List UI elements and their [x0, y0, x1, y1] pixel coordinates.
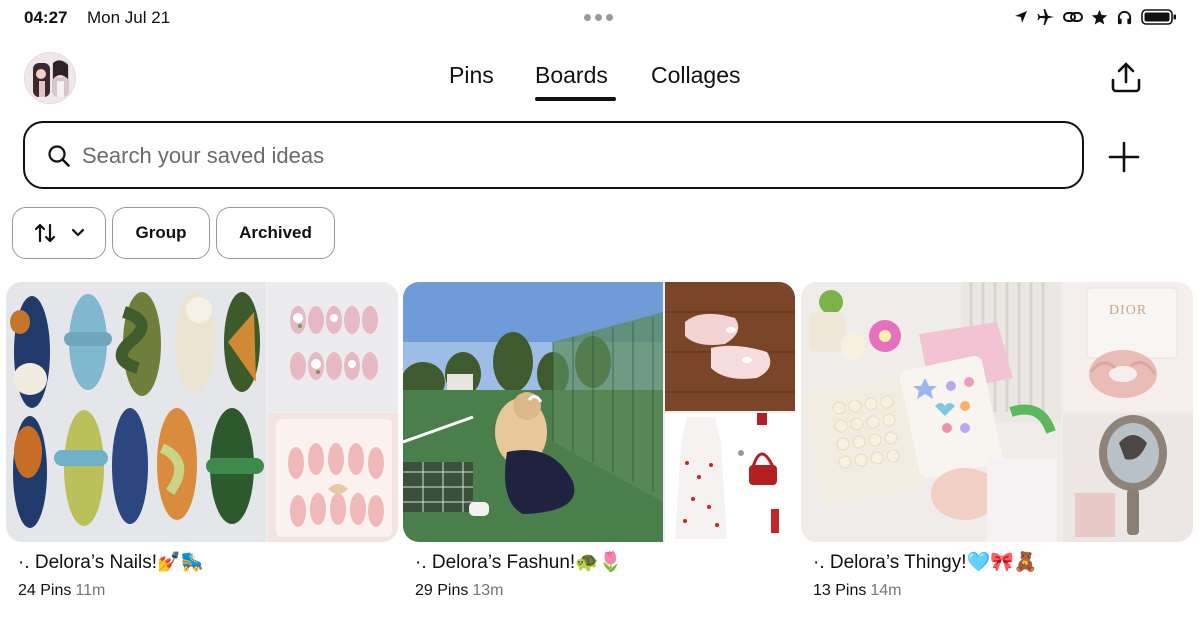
board-title: ·. Delora’s Nails!💅🛼 — [18, 552, 205, 573]
board-cover-bottom-image — [268, 413, 398, 542]
board-card[interactable]: ·. Delora’s Nails!💅🛼 24 Pins 11m — [6, 282, 398, 600]
search-input[interactable] — [82, 137, 1042, 175]
board-meta: 29 Pins 13m — [415, 582, 795, 600]
share-icon — [1108, 60, 1144, 96]
tab-collages[interactable]: Collages — [651, 62, 741, 89]
board-cover-main-image — [6, 282, 266, 542]
board-cover-top-image — [665, 282, 795, 411]
svg-text:DIOR: DIOR — [1109, 303, 1147, 318]
create-board-button[interactable] — [1106, 139, 1142, 175]
airplane-icon — [1037, 8, 1055, 26]
last-updated: 11m — [75, 582, 106, 599]
archived-button[interactable]: Archived — [216, 207, 335, 259]
board-cover-top-image: DIOR — [1063, 282, 1193, 411]
board-cover[interactable] — [6, 282, 398, 542]
board-card[interactable]: DIOR ·. Delora’s Thingy!🩵🎀🧸 13 Pins 14m — [801, 282, 1193, 600]
board-meta: 24 Pins 11m — [18, 582, 398, 600]
board-meta: 13 Pins 14m — [813, 582, 1193, 600]
sort-button[interactable] — [12, 207, 106, 259]
board-cover-main-image — [403, 282, 663, 542]
status-bar: 04:27 Mon Jul 21 — [0, 0, 1199, 34]
star-icon — [1091, 9, 1108, 26]
link-icon — [1063, 9, 1083, 25]
last-updated: 13m — [472, 582, 504, 599]
battery-icon — [1141, 8, 1177, 26]
location-arrow-icon — [1013, 9, 1029, 25]
sort-arrows-icon — [33, 221, 57, 245]
board-cover-top-image — [268, 282, 398, 411]
pin-count: 29 Pins — [415, 582, 469, 599]
active-tab-indicator — [535, 97, 616, 101]
board-cover[interactable]: DIOR — [801, 282, 1193, 542]
board-cover[interactable] — [403, 282, 795, 542]
status-time: 04:27 — [24, 8, 68, 27]
multitasking-dots[interactable] — [584, 14, 613, 21]
headphones-icon — [1116, 9, 1133, 26]
pin-count: 24 Pins — [18, 582, 72, 599]
board-cover-bottom-image — [1063, 413, 1193, 542]
share-button[interactable] — [1108, 60, 1144, 96]
status-date: Mon Jul 21 — [87, 8, 171, 27]
board-title: ·. Delora’s Fashun!🐢🌷 — [415, 552, 623, 573]
header-tabs: Pins Boards Collages — [0, 62, 1199, 106]
plus-icon — [1106, 139, 1142, 175]
board-card[interactable]: ·. Delora’s Fashun!🐢🌷 29 Pins 13m — [403, 282, 795, 600]
board-title: ·. Delora’s Thingy!🩵🎀🧸 — [813, 552, 1038, 573]
group-button[interactable]: Group — [112, 207, 210, 259]
search-bar[interactable] — [23, 121, 1084, 189]
board-cover-main-image — [801, 282, 1061, 542]
tab-boards[interactable]: Boards — [535, 62, 608, 89]
pin-count: 13 Pins — [813, 582, 867, 599]
search-icon — [47, 144, 71, 168]
status-icons — [1013, 6, 1177, 28]
board-cover-bottom-image — [665, 413, 795, 542]
chevron-down-icon — [71, 228, 85, 238]
last-updated: 14m — [870, 582, 902, 599]
tab-pins[interactable]: Pins — [449, 62, 494, 89]
